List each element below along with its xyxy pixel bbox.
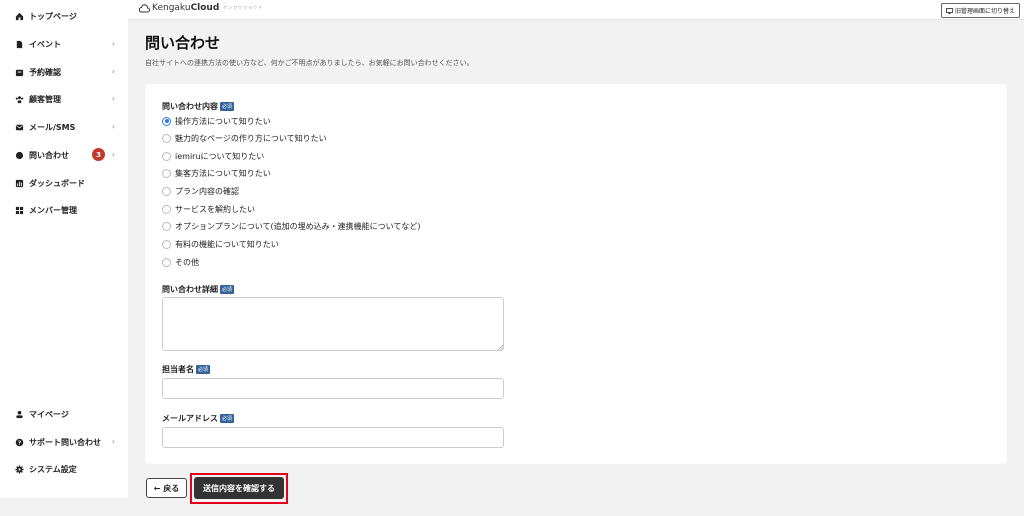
contact-name-label: 担当者名 必須	[162, 365, 211, 374]
radio-button[interactable]	[162, 204, 171, 214]
screen-icon	[946, 7, 953, 14]
sidebar-item-label: 顧客管理	[29, 94, 61, 104]
sidebar-item-top-page[interactable]: トップページ	[0, 6, 128, 26]
resize-grip-icon[interactable]	[497, 344, 503, 350]
document-icon	[14, 39, 24, 49]
inquiry-content-label: 問い合わせ内容 必須	[162, 102, 235, 111]
svg-text:?: ?	[17, 440, 20, 446]
radio-option-marketing[interactable]: 集客方法について知りたい	[162, 166, 271, 180]
radio-button[interactable]	[162, 116, 171, 126]
radio-option-plan[interactable]: プラン内容の確認	[162, 184, 239, 198]
logo-subtext: ケンガククラウド	[223, 5, 264, 10]
sidebar-item-mail-sms[interactable]: メール/SMS ›	[0, 117, 128, 137]
inquiry-detail-textarea[interactable]	[162, 297, 504, 351]
contact-name-input[interactable]	[162, 378, 504, 399]
radio-option-iemiru[interactable]: iemiruについて知りたい	[162, 149, 264, 163]
chevron-right-icon: ›	[111, 122, 115, 131]
sidebar: トップページ イベント › 予約確認 › 顧客管理 › メール/SMS › 問い…	[0, 0, 128, 498]
confirm-submit-button[interactable]: 送信内容を確認する	[194, 477, 284, 499]
radio-option-operation[interactable]: 操作方法について知りたい	[162, 114, 271, 128]
sidebar-item-members[interactable]: メンバー管理	[0, 200, 128, 220]
sidebar-item-label: トップページ	[29, 11, 77, 21]
required-badge: 必須	[220, 285, 235, 294]
chevron-right-icon: ›	[111, 150, 115, 159]
sidebar-item-inquiries[interactable]: 問い合わせ 3 ›	[0, 145, 128, 165]
sidebar-footer	[0, 498, 128, 516]
email-label: メールアドレス 必須	[162, 414, 235, 423]
notification-badge: 3	[92, 148, 105, 161]
sidebar-item-dashboard[interactable]: ダッシュボード	[0, 173, 128, 193]
switch-admin-label: 旧管理画面に切り替え	[954, 8, 1015, 15]
email-input[interactable]	[162, 427, 504, 448]
radio-button[interactable]	[162, 221, 171, 231]
chevron-right-icon: ›	[111, 67, 115, 76]
radio-button[interactable]	[162, 257, 171, 267]
inquiry-detail-label: 問い合わせ詳細 必須	[162, 285, 235, 294]
back-button[interactable]: ← 戻る	[146, 478, 187, 498]
sidebar-item-label: メンバー管理	[29, 205, 77, 215]
logo-text-light: Kengaku	[152, 3, 191, 13]
sidebar-item-reservations[interactable]: 予約確認 ›	[0, 62, 128, 82]
page-title: 問い合わせ	[145, 34, 221, 52]
radio-option-paid-features[interactable]: 有料の機能について知りたい	[162, 237, 279, 251]
gear-icon	[14, 464, 24, 474]
logo[interactable]: Kengaku Cloud ケンガククラウド	[138, 3, 263, 13]
sidebar-item-label: メール/SMS	[29, 122, 76, 132]
switch-admin-button[interactable]: 旧管理画面に切り替え	[940, 3, 1020, 18]
radio-option-cancel[interactable]: サービスを解約したい	[162, 202, 255, 216]
help-icon: ?	[14, 437, 24, 447]
sidebar-item-support[interactable]: ? サポート問い合わせ ›	[0, 432, 128, 452]
sidebar-item-system-settings[interactable]: システム設定	[0, 459, 128, 479]
chat-icon	[14, 150, 24, 160]
required-badge: 必須	[196, 365, 211, 374]
chevron-right-icon: ›	[111, 437, 115, 446]
required-badge: 必須	[220, 414, 235, 423]
radio-option-page-design[interactable]: 魅力的なページの作り方について知りたい	[162, 131, 327, 145]
chevron-right-icon: ›	[111, 94, 115, 103]
cloud-logo-icon	[138, 3, 150, 12]
radio-option-option-plan[interactable]: オプションプランについて(追加の埋め込み・連携機能についてなど)	[162, 219, 421, 233]
sidebar-item-label: ダッシュボード	[29, 178, 85, 188]
chevron-right-icon: ›	[111, 39, 115, 48]
top-header: Kengaku Cloud ケンガククラウド 旧管理画面に切り替え	[128, 0, 1024, 20]
radio-button[interactable]	[162, 133, 171, 143]
sidebar-item-label: サポート問い合わせ	[29, 437, 101, 447]
sidebar-item-events[interactable]: イベント ›	[0, 34, 128, 54]
sidebar-item-label: システム設定	[29, 464, 77, 474]
radio-option-other[interactable]: その他	[162, 255, 199, 269]
home-icon	[14, 11, 24, 21]
sidebar-item-label: マイページ	[29, 409, 69, 419]
logo-text-bold: Cloud	[190, 3, 220, 13]
radio-button[interactable]	[162, 151, 171, 161]
radio-button[interactable]	[162, 239, 171, 249]
person-icon	[14, 409, 24, 419]
radio-button[interactable]	[162, 186, 171, 196]
sidebar-item-label: 予約確認	[29, 67, 61, 77]
sidebar-item-mypage[interactable]: マイページ	[0, 404, 128, 424]
grid-icon	[14, 205, 24, 215]
page-description: 自社サイトへの連携方法の使い方など、何かご不明点がありましたら、お気軽にお問い合…	[145, 59, 474, 67]
chart-icon	[14, 178, 24, 188]
required-badge: 必須	[220, 102, 235, 111]
users-icon	[14, 94, 24, 104]
sidebar-item-label: イベント	[29, 39, 61, 49]
mail-icon	[14, 122, 24, 132]
sidebar-item-customers[interactable]: 顧客管理 ›	[0, 89, 128, 109]
radio-button[interactable]	[162, 168, 171, 178]
inbox-icon	[14, 67, 24, 77]
sidebar-item-label: 問い合わせ	[29, 150, 69, 160]
